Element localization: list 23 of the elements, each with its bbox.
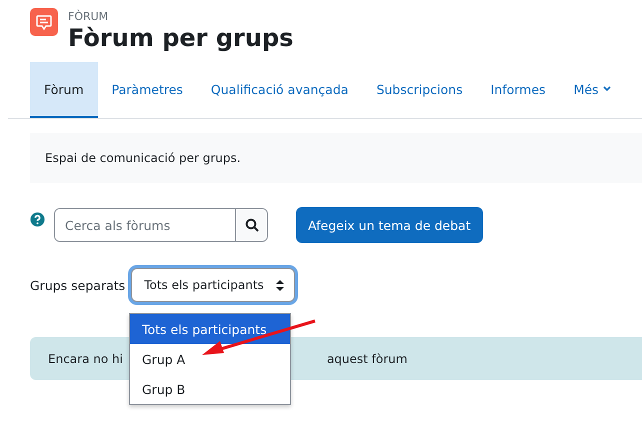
search-button[interactable] (235, 209, 267, 241)
dropdown-option[interactable]: Grup B (130, 374, 190, 404)
nav-tab[interactable]: Més (560, 62, 625, 118)
add-discussion-button[interactable]: Afegeix un tema de debat (296, 207, 483, 243)
search-field[interactable]: Cerca als fòrums (54, 208, 268, 242)
nav-tab[interactable]: Subscripcions (362, 62, 477, 118)
notice-text: aquest fòrum (326, 352, 408, 366)
activity-category: FÒRUM (68, 10, 110, 23)
forum-description: Espai de comunicació per grups. (45, 151, 241, 165)
nav-tab[interactable]: Informes (476, 62, 560, 118)
help-icon[interactable] (30, 212, 45, 227)
page-title: Fòrum per grups (68, 23, 294, 53)
forum-icon (30, 8, 58, 36)
groups-select[interactable]: Tots els participants (131, 268, 296, 302)
dropdown-option[interactable]: Tots els participants (130, 314, 290, 344)
search-icon (244, 218, 258, 232)
nav-tab[interactable]: Qualificació avançada (196, 62, 362, 118)
groups-label: Grups separats (30, 278, 126, 292)
nav-tab[interactable]: Fòrum (30, 62, 98, 118)
chevron-icon (602, 86, 611, 92)
notice-text: Encara no hi (48, 352, 123, 366)
nav-tab[interactable]: Paràmetres (98, 62, 197, 118)
sort-icon (276, 280, 284, 290)
